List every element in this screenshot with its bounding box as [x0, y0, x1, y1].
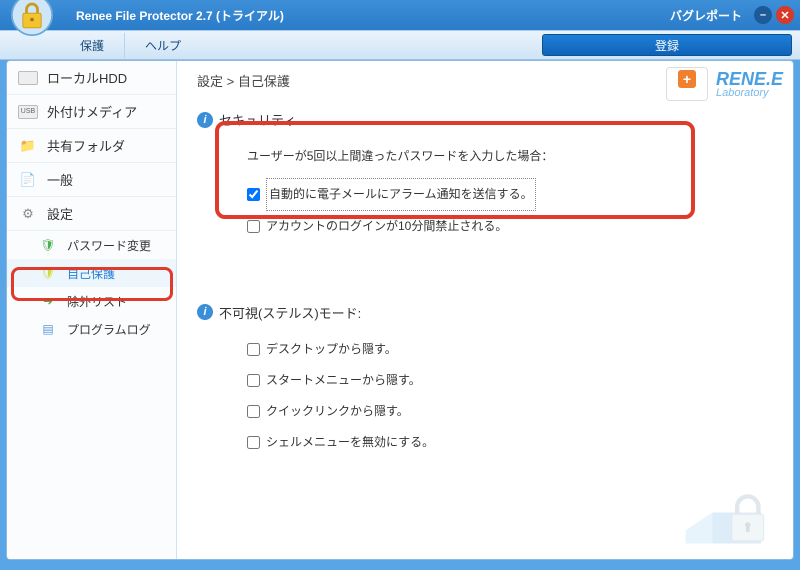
section-security-head: i セキュリティ [197, 110, 773, 129]
sidebar-item-label: パスワード変更 [67, 237, 151, 254]
shield-icon: 🛡 [37, 263, 59, 283]
hdd-icon [17, 68, 39, 88]
checkbox-input[interactable] [247, 220, 260, 233]
bug-report-link[interactable]: バグレポート [670, 7, 742, 24]
stealth-options: デスクトップから隠す。 スタートメニューから隠す。 クイックリンクから隠す。 シ… [247, 334, 773, 459]
content-pane: 設定 > 自己保護 + RENE.E Laboratory i セキュリティ ユ… [177, 61, 793, 559]
checkbox-label: デスクトップから隠す。 [266, 334, 397, 365]
sidebar-item-shared-folder[interactable]: 📁 共有フォルダ [7, 129, 176, 163]
section-title: セキュリティ [219, 110, 296, 129]
security-options: ユーザーが5回以上間違ったパスワードを入力した場合： 自動的に電子メールにアラー… [247, 141, 773, 243]
checkbox-hide-desktop[interactable]: デスクトップから隠す。 [247, 334, 773, 365]
checkbox-input[interactable] [247, 405, 260, 418]
info-icon: i [197, 304, 213, 320]
info-icon: i [197, 112, 213, 128]
sidebar-item-local-hdd[interactable]: ローカルHDD [7, 61, 176, 95]
sidebar-item-label: 自己保護 [67, 265, 115, 282]
section-stealth-head: i 不可視(ステルス)モード: [197, 303, 773, 322]
usb-icon: USB [17, 102, 39, 122]
sidebar-sub-program-log[interactable]: ▤ プログラムログ [7, 315, 176, 343]
checkbox-login-ban[interactable]: アカウントのログインが10分間禁止される。 [247, 211, 773, 242]
sidebar-sub-self-protect[interactable]: 🛡 自己保護 [7, 259, 176, 287]
sidebar-item-label: 設定 [47, 204, 73, 223]
sidebar-item-external-media[interactable]: USB 外付けメディア [7, 95, 176, 129]
sidebar-item-label: 外付けメディア [47, 102, 137, 121]
security-prompt: ユーザーが5回以上間違ったパスワードを入力した場合： [247, 141, 773, 172]
brand-logo: + RENE.E Laboratory [666, 67, 783, 101]
shield-icon: 🛡 [37, 235, 59, 255]
sidebar: ローカルHDD USB 外付けメディア 📁 共有フォルダ 📄 一般 ⚙ 設定 🛡… [7, 61, 177, 559]
sidebar-item-general[interactable]: 📄 一般 [7, 163, 176, 197]
checkbox-label: 自動的に電子メールにアラーム通知を送信する。 [266, 178, 536, 211]
app-lock-icon [10, 0, 58, 41]
checkbox-email-alarm[interactable]: 自動的に電子メールにアラーム通知を送信する。 [247, 178, 773, 211]
sidebar-sub-exclude-list[interactable]: ➜ 除外リスト [7, 287, 176, 315]
brand-name: RENE.E [716, 69, 783, 89]
main-area: ローカルHDD USB 外付けメディア 📁 共有フォルダ 📄 一般 ⚙ 設定 🛡… [6, 60, 794, 560]
app-title: Renee File Protector 2.7 (トライアル) [76, 7, 284, 24]
list-arrow-icon: ➜ [37, 291, 59, 311]
checkbox-input[interactable] [247, 374, 260, 387]
checkbox-input[interactable] [247, 188, 260, 201]
sidebar-item-label: プログラムログ [67, 321, 151, 338]
keyboard-plus-icon: + [666, 67, 708, 101]
sidebar-item-label: 共有フォルダ [47, 136, 125, 155]
checkbox-label: スタートメニューから隠す。 [266, 365, 421, 396]
menu-bar: 保護 ヘルプ 登録 [0, 30, 800, 60]
log-icon: ▤ [37, 319, 59, 339]
checkbox-label: アカウントのログインが10分間禁止される。 [266, 211, 507, 242]
checkbox-label: シェルメニューを無効にする。 [266, 427, 434, 458]
register-button[interactable]: 登録 [542, 34, 792, 56]
checkbox-label: クイックリンクから隠す。 [266, 396, 409, 427]
close-button[interactable]: ✕ [776, 6, 794, 24]
brand-text: RENE.E Laboratory [716, 70, 783, 99]
title-bar: Renee File Protector 2.7 (トライアル) バグレポート … [0, 0, 800, 30]
brand-sub: Laboratory [716, 88, 783, 99]
sidebar-item-label: 除外リスト [67, 293, 127, 310]
sidebar-item-label: 一般 [47, 170, 73, 189]
general-icon: 📄 [17, 170, 39, 190]
checkbox-hide-startmenu[interactable]: スタートメニューから隠す。 [247, 365, 773, 396]
checkbox-disable-shellmenu[interactable]: シェルメニューを無効にする。 [247, 427, 773, 458]
watermark-lock-icon [675, 468, 785, 553]
checkbox-input[interactable] [247, 436, 260, 449]
sidebar-item-settings[interactable]: ⚙ 設定 [7, 197, 176, 231]
section-title: 不可視(ステルス)モード: [219, 303, 361, 322]
sidebar-sub-password-change[interactable]: 🛡 パスワード変更 [7, 231, 176, 259]
menu-protect[interactable]: 保護 [60, 33, 124, 58]
checkbox-input[interactable] [247, 343, 260, 356]
checkbox-hide-quicklink[interactable]: クイックリンクから隠す。 [247, 396, 773, 427]
gear-icon: ⚙ [17, 204, 39, 224]
menu-help[interactable]: ヘルプ [124, 33, 201, 58]
sidebar-item-label: ローカルHDD [47, 68, 127, 87]
share-icon: 📁 [17, 136, 39, 156]
minimize-button[interactable]: – [754, 6, 772, 24]
